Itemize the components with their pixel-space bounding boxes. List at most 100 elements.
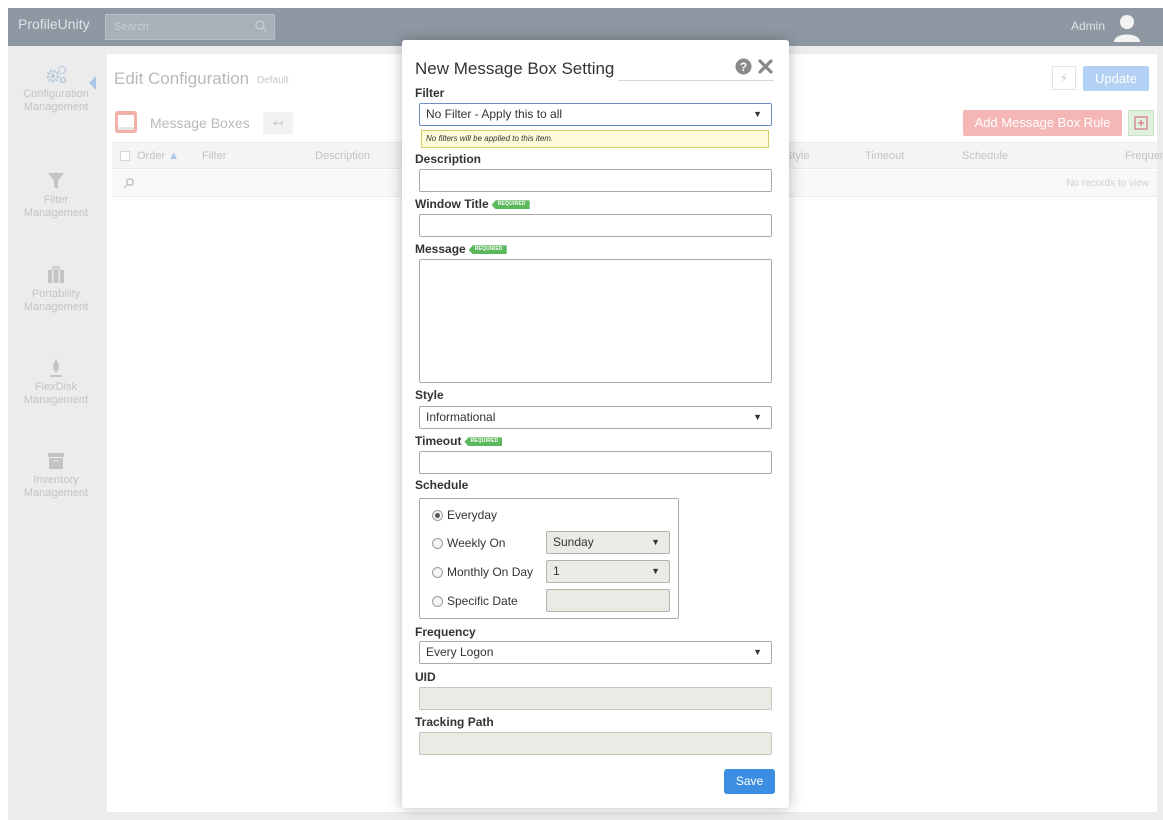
window-title-input[interactable] (419, 214, 772, 237)
sidebar-item-label: Management (23, 394, 89, 406)
schedule-options: Everyday Weekly On Sunday ▼ Monthly On D… (419, 498, 679, 619)
sidebar-item-portability[interactable]: Portability Management (8, 264, 104, 314)
schedule-label: Schedule (415, 478, 469, 492)
required-badge: REQUIRED (468, 245, 507, 255)
new-message-box-dialog: New Message Box Setting ? Filter No Filt… (402, 40, 789, 808)
radio-icon (432, 596, 443, 607)
back-arrow-icon: ↤ (272, 116, 284, 130)
window-title-label: Window Title REQUIRED (415, 197, 530, 211)
sidebar-item-configuration[interactable]: Configuration Management (8, 64, 104, 114)
filter-select[interactable]: No Filter - Apply this to all ▼ (419, 103, 772, 126)
bolt-icon: ⚡︎ (1059, 71, 1069, 85)
dropdown-caret-icon: ▼ (753, 109, 762, 119)
frequency-label: Frequency (415, 625, 476, 639)
sidebar: Configuration Management Filter Manageme… (8, 46, 104, 820)
export-button[interactable] (1128, 110, 1154, 136)
filter-label: Filter (415, 86, 445, 100)
column-description[interactable]: Description (315, 150, 370, 162)
style-label: Style (415, 388, 444, 402)
bolt-button[interactable]: ⚡︎ (1052, 66, 1076, 90)
filter-select-value: No Filter - Apply this to all (426, 107, 563, 121)
gears-icon (46, 65, 67, 84)
dropdown-caret-icon: ▼ (651, 566, 660, 576)
search-box (105, 14, 275, 40)
search-icon[interactable] (123, 177, 135, 189)
sidebar-item-flexdisk[interactable]: FlexDisk Management (8, 357, 104, 407)
help-icon[interactable]: ? (735, 58, 752, 75)
search-input[interactable] (106, 15, 250, 39)
dialog-title: New Message Box Setting (415, 59, 615, 78)
app-window: ProfileUnity Admin Configuration Managem (8, 8, 1163, 820)
sidebar-item-label: Filter (43, 194, 69, 206)
sidebar-item-label: Inventory (33, 474, 79, 486)
dropdown-caret-icon: ▼ (651, 537, 660, 547)
section-title: Message Boxes (150, 115, 250, 131)
filter-info-note: No filters will be applied to this item. (421, 130, 769, 148)
schedule-weekly-radio[interactable]: Weekly On (432, 536, 505, 550)
monthly-day-select[interactable]: 1 ▼ (546, 560, 670, 583)
schedule-specific-date-radio[interactable]: Specific Date (432, 594, 518, 608)
required-badge: REQUIRED (491, 200, 530, 210)
page-title: Edit Configuration (114, 69, 250, 88)
sidebar-item-label: Configuration (23, 88, 89, 100)
style-select-value: Informational (426, 410, 496, 424)
dropdown-caret-icon: ▼ (753, 647, 762, 657)
sidebar-item-label: Management (23, 487, 89, 499)
export-icon (1134, 116, 1148, 130)
timeout-label: Timeout REQUIRED (415, 434, 503, 448)
sidebar-item-label: Management (23, 101, 89, 113)
select-all-checkbox[interactable] (120, 151, 130, 161)
sort-asc-icon: ▲ (168, 150, 180, 162)
uid-label: UID (415, 670, 436, 684)
funnel-icon (48, 173, 64, 189)
add-message-box-rule-button[interactable]: Add Message Box Rule (963, 110, 1122, 136)
column-frequency[interactable]: Frequen (1125, 150, 1163, 162)
description-input[interactable] (419, 169, 772, 192)
save-button[interactable]: Save (724, 769, 775, 794)
sidebar-item-label: FlexDisk (34, 381, 78, 393)
user-name[interactable]: Admin (1071, 19, 1105, 33)
empty-table-message: No records to view (1066, 178, 1149, 189)
message-label: Message REQUIRED (415, 242, 507, 256)
sidebar-item-label: Management (23, 207, 89, 219)
description-label: Description (415, 152, 482, 166)
search-icon[interactable] (254, 19, 268, 33)
monthly-day-value: 1 (553, 564, 560, 578)
uid-input (419, 687, 772, 710)
message-box-icon (115, 111, 137, 133)
message-textarea[interactable] (419, 259, 772, 383)
dropdown-caret-icon: ▼ (753, 412, 762, 422)
timeout-input[interactable] (419, 451, 772, 474)
radio-icon (432, 538, 443, 549)
back-button[interactable]: ↤ (263, 112, 293, 134)
sidebar-item-label: Portability (31, 288, 81, 300)
column-order[interactable]: Order ▲ (137, 150, 179, 162)
style-select[interactable]: Informational ▼ (419, 406, 772, 429)
sidebar-item-filter[interactable]: Filter Management (8, 170, 104, 220)
svg-text:?: ? (740, 60, 747, 74)
avatar-icon[interactable] (1111, 11, 1143, 43)
flexdisk-icon (50, 359, 62, 377)
archive-icon (48, 453, 64, 469)
tracking-path-label: Tracking Path (415, 715, 494, 729)
weekly-day-value: Sunday (553, 535, 594, 549)
column-filter[interactable]: Filter (202, 150, 226, 162)
frequency-select-value: Every Logon (426, 645, 494, 659)
specific-date-input[interactable] (546, 589, 670, 612)
weekly-day-select[interactable]: Sunday ▼ (546, 531, 670, 554)
sidebar-item-inventory[interactable]: Inventory Management (8, 450, 104, 500)
page-subtitle: Default (257, 75, 289, 86)
brand-logo[interactable]: ProfileUnity (18, 16, 90, 32)
column-schedule[interactable]: Schedule (962, 150, 1008, 162)
update-button[interactable]: Update (1083, 66, 1149, 91)
title-divider (618, 80, 774, 81)
schedule-monthly-radio[interactable]: Monthly On Day (432, 565, 533, 579)
schedule-everyday-radio[interactable]: Everyday (432, 508, 497, 522)
column-timeout[interactable]: Timeout (865, 150, 904, 162)
frequency-select[interactable]: Every Logon ▼ (419, 641, 772, 664)
briefcase-icon (48, 266, 64, 283)
radio-icon (432, 567, 443, 578)
close-icon[interactable] (758, 59, 773, 74)
radio-selected-icon (432, 510, 443, 521)
tracking-path-input (419, 732, 772, 755)
